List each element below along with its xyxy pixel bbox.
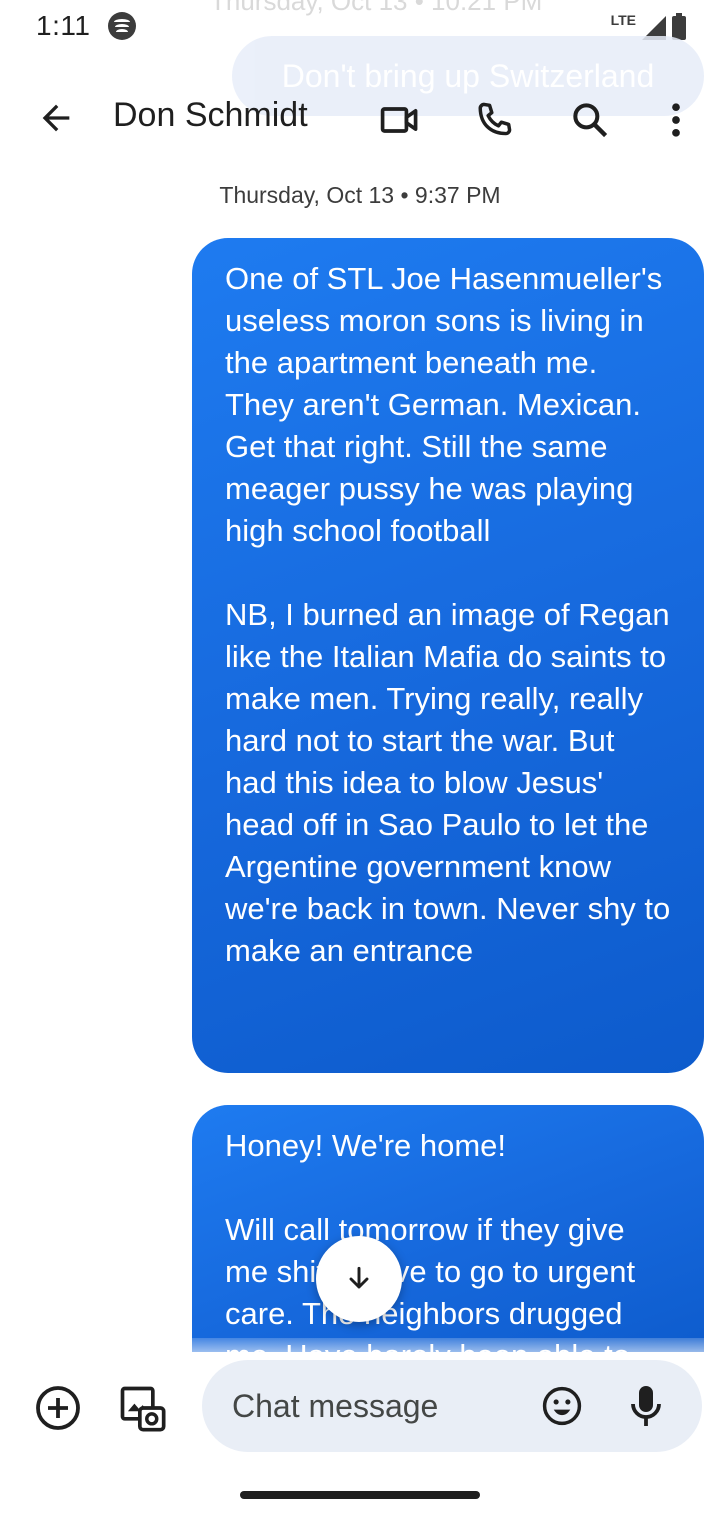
status-time: 1:11: [36, 10, 91, 41]
network-type: LTE: [610, 12, 636, 28]
sent-message-bubble[interactable]: One of STL Joe Hasenmueller's useless mo…: [192, 238, 704, 1073]
contact-name[interactable]: Don Schmidt: [113, 96, 308, 135]
sent-message-bubble[interactable]: Honey! We're home! Will call tomorrow if…: [192, 1105, 704, 1365]
conversation-header: Don Schmidt: [0, 80, 720, 160]
search-icon[interactable]: [568, 98, 612, 142]
arrow-back-icon[interactable]: [36, 98, 76, 138]
video-call-icon[interactable]: [378, 98, 422, 142]
emoji-icon[interactable]: [540, 1384, 584, 1428]
phone-icon[interactable]: [472, 98, 516, 142]
more-vert-icon[interactable]: [654, 98, 698, 142]
spotify-icon: [108, 12, 136, 40]
arrow-down-icon: [349, 1266, 369, 1289]
gallery-icon[interactable]: [116, 1382, 168, 1434]
faded-notification-time: Thursday, Oct 13 • 10:21 PM: [210, 0, 543, 16]
scroll-to-bottom-button[interactable]: [316, 1236, 402, 1322]
chat-message-input[interactable]: Chat message: [202, 1360, 702, 1452]
chat-message-placeholder: Chat message: [232, 1388, 439, 1424]
mic-icon[interactable]: [626, 1382, 666, 1430]
add-circle-icon[interactable]: [34, 1384, 82, 1432]
home-indicator[interactable]: [240, 1491, 480, 1499]
date-separator: Thursday, Oct 13 • 9:37 PM: [219, 182, 501, 208]
